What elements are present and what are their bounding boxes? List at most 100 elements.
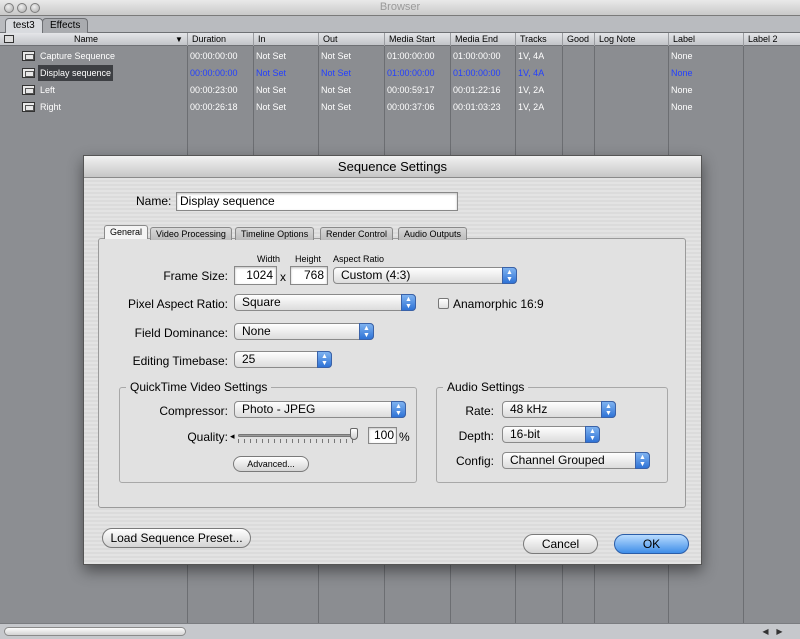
table-row[interactable]: Capture Sequence 00:00:00:00 Not Set Not… (0, 48, 800, 64)
tab-video-processing[interactable]: Video Processing (150, 227, 232, 240)
row-out: Not Set (321, 85, 352, 95)
sequence-icon (22, 51, 35, 61)
advanced-button[interactable]: Advanced... (233, 456, 309, 472)
anamorphic-label: Anamorphic 16:9 (453, 297, 544, 311)
ok-button[interactable]: OK (614, 534, 689, 554)
column-tracks-header[interactable]: Tracks (515, 33, 562, 46)
row-tracks: 1V, 4A (518, 51, 545, 61)
anamorphic-checkbox[interactable] (438, 298, 449, 309)
tab-render-control[interactable]: Render Control (320, 227, 394, 240)
row-label: None (671, 68, 693, 78)
table-row-selected[interactable]: Display sequence 00:00:00:00 Not Set Not… (0, 65, 800, 81)
rate-value: 48 kHz (510, 402, 548, 416)
scroll-right-arrow-icon[interactable]: ▶ (774, 626, 785, 637)
column-label-header[interactable]: Label (668, 33, 743, 46)
scrollbar-thumb[interactable] (4, 627, 186, 636)
sort-triangle-icon: ▼ (175, 35, 183, 44)
column-label2-header[interactable]: Label 2 (743, 33, 800, 46)
row-in: Not Set (256, 85, 287, 95)
row-out: Not Set (321, 68, 352, 78)
config-value: Channel Grouped (510, 453, 605, 467)
depth-label: Depth: (458, 429, 494, 443)
row-in: Not Set (256, 68, 287, 78)
column-name-header[interactable]: Name ▼ (0, 33, 187, 46)
tab-test3[interactable]: test3 (5, 18, 43, 33)
frame-height-field[interactable]: 768 (290, 266, 328, 285)
quality-label: Quality: (187, 430, 228, 444)
popup-arrows-icon: ▲ ▼ (635, 452, 650, 469)
row-media-start: 00:00:37:06 (387, 102, 435, 112)
sequence-name-field[interactable]: Display sequence (176, 192, 458, 211)
table-row[interactable]: Right 00:00:26:18 Not Set Not Set 00:00:… (0, 99, 800, 115)
editing-timebase-label: Editing Timebase: (132, 354, 228, 368)
field-dominance-label: Field Dominance: (134, 326, 228, 340)
row-tracks: 1V, 4A (518, 68, 545, 78)
row-tracks: 1V, 2A (518, 102, 545, 112)
row-label: None (671, 85, 693, 95)
frame-width-field[interactable]: 1024 (234, 266, 277, 285)
row-label: None (671, 51, 693, 61)
row-media-start: 00:00:59:17 (387, 85, 435, 95)
row-tracks: 1V, 2A (518, 85, 545, 95)
pixel-aspect-popup[interactable]: Square ▲ ▼ (234, 294, 416, 311)
load-sequence-preset-button[interactable]: Load Sequence Preset... (102, 528, 251, 548)
popup-arrows-icon: ▲ ▼ (317, 351, 332, 368)
row-media-end: 01:00:00:00 (453, 51, 501, 61)
row-duration: 00:00:26:18 (190, 102, 238, 112)
column-divider (743, 46, 744, 623)
row-name: Left (40, 85, 56, 95)
browser-tab-strip: test3 Effects (0, 16, 800, 33)
quality-min-icon: ◂ (230, 431, 235, 441)
column-duration-header[interactable]: Duration (187, 33, 253, 46)
editing-timebase-popup[interactable]: 25 ▲ ▼ (234, 351, 332, 368)
column-name-label: Name (74, 34, 99, 44)
row-in: Not Set (256, 51, 287, 61)
quality-value-field[interactable]: 100 (368, 427, 397, 444)
row-in: Not Set (256, 102, 287, 112)
horizontal-scrollbar[interactable]: ◀ ▶ (0, 623, 800, 639)
popup-arrows-icon: ▲ ▼ (502, 267, 517, 284)
popup-arrows-icon: ▲ ▼ (401, 294, 416, 311)
column-log-note-header[interactable]: Log Note (594, 33, 668, 46)
quality-unit: % (399, 430, 410, 444)
pixel-aspect-value: Square (242, 295, 281, 309)
compressor-label: Compressor: (159, 404, 228, 418)
config-popup[interactable]: Channel Grouped ▲ ▼ (502, 452, 650, 469)
popup-arrows-icon: ▲ ▼ (585, 426, 600, 443)
compressor-popup[interactable]: Photo - JPEG ▲ ▼ (234, 401, 406, 418)
row-duration: 00:00:23:00 (190, 85, 238, 95)
row-name: Display sequence (38, 65, 114, 81)
row-media-end: 00:01:22:16 (453, 85, 501, 95)
quality-slider-knob[interactable] (350, 428, 358, 440)
tab-audio-outputs[interactable]: Audio Outputs (398, 227, 468, 240)
aspect-ratio-popup[interactable]: Custom (4:3) ▲ ▼ (333, 267, 517, 284)
tab-timeline-options[interactable]: Timeline Options (235, 227, 315, 240)
column-out-header[interactable]: Out (318, 33, 384, 46)
depth-popup[interactable]: 16-bit ▲ ▼ (502, 426, 600, 443)
popup-arrows-icon: ▲ ▼ (391, 401, 406, 418)
row-name: Capture Sequence (40, 51, 116, 61)
popup-arrows-icon: ▲ ▼ (601, 401, 616, 418)
quality-slider-track[interactable] (238, 434, 358, 437)
column-good-header[interactable]: Good (562, 33, 594, 46)
field-dominance-popup[interactable]: None ▲ ▼ (234, 323, 374, 340)
quicktime-group-title: QuickTime Video Settings (126, 380, 272, 394)
frame-size-label: Frame Size: (163, 269, 228, 283)
quality-slider-ticks (238, 439, 358, 443)
table-row[interactable]: Left 00:00:23:00 Not Set Not Set 00:00:5… (0, 82, 800, 98)
compressor-value: Photo - JPEG (242, 402, 316, 416)
cancel-button[interactable]: Cancel (523, 534, 598, 554)
rate-popup[interactable]: 48 kHz ▲ ▼ (502, 401, 616, 418)
tab-general[interactable]: General (104, 225, 149, 239)
tab-effects[interactable]: Effects (42, 18, 89, 33)
row-duration: 00:00:00:00 (190, 68, 238, 78)
column-media-start-header[interactable]: Media Start (384, 33, 450, 46)
column-in-header[interactable]: In (253, 33, 318, 46)
aspect-ratio-caption: Aspect Ratio (333, 254, 385, 264)
column-media-end-header[interactable]: Media End (450, 33, 515, 46)
column-header: Name ▼ Duration In Out Media Start Media… (0, 33, 800, 46)
dialog-title: Sequence Settings (84, 156, 701, 178)
row-name: Right (40, 102, 62, 112)
scroll-left-arrow-icon[interactable]: ◀ (760, 626, 771, 637)
aspect-ratio-value: Custom (4:3) (341, 268, 411, 282)
